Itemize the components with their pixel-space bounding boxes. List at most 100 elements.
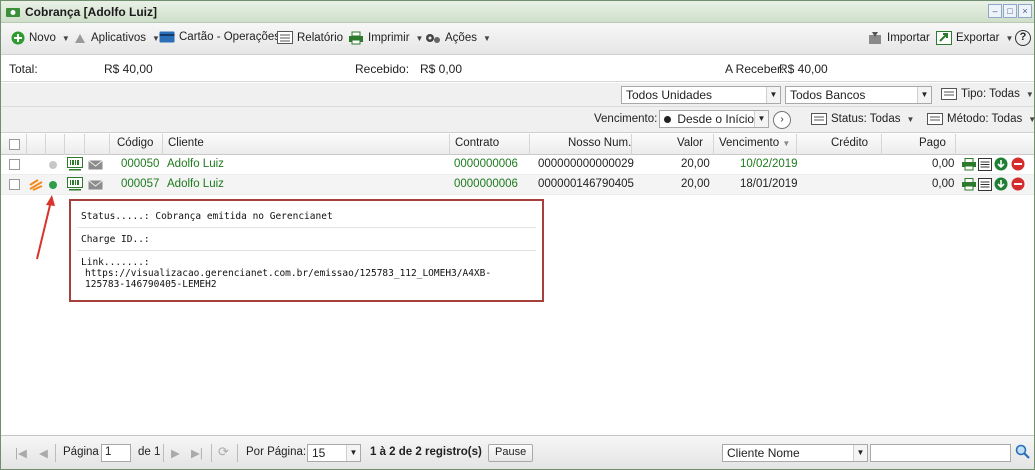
chevron-down-icon: ▼ <box>1025 89 1034 99</box>
exportar-menu[interactable]: Exportar ▼ <box>936 31 1013 45</box>
col-cliente[interactable]: Cliente <box>168 137 204 149</box>
gears-icon <box>426 34 440 43</box>
col-codigo[interactable]: Código <box>117 137 153 149</box>
novo-label: Novo <box>29 32 56 44</box>
aplicativos-menu[interactable]: Aplicativos ▼ <box>73 31 160 45</box>
cartao-button[interactable]: Cartão - Operações <box>159 31 280 43</box>
last-page-icon[interactable]: ▶| <box>191 446 203 460</box>
help-button[interactable]: ? <box>1015 30 1031 46</box>
col-nosso-num[interactable]: Nosso Num. <box>568 137 631 149</box>
cell-valor: 20,00 <box>681 178 710 190</box>
exportar-label: Exportar <box>956 32 1000 44</box>
acoes-label: Ações <box>445 32 477 44</box>
acoes-menu[interactable]: Ações ▼ <box>425 31 491 45</box>
cell-valor: 20,00 <box>681 158 710 170</box>
cell-cliente[interactable]: Adolfo Luiz <box>167 178 224 190</box>
printer-icon[interactable] <box>962 178 976 191</box>
pagina-label: Página <box>63 446 99 458</box>
tipo-menu[interactable]: Tipo: Todas ▼ <box>941 88 1034 100</box>
search-input[interactable] <box>870 444 1011 462</box>
bancos-select[interactable]: Todos Bancos ▼ <box>785 86 932 104</box>
novo-menu[interactable]: Novo ▼ <box>11 31 70 45</box>
select-all-checkbox[interactable] <box>9 139 20 150</box>
chevron-down-icon: ▼ <box>766 87 780 103</box>
unidades-select[interactable]: Todos Unidades ▼ <box>621 86 781 104</box>
cell-pago: 0,00 <box>932 158 955 170</box>
search-field-select[interactable]: Cliente Nome ▼ <box>722 444 868 462</box>
vencimento-select[interactable]: Desde o Início ▼ <box>659 110 769 128</box>
imprimir-label: Imprimir <box>368 32 410 44</box>
close-button[interactable]: × <box>1018 4 1032 18</box>
cell-contrato[interactable]: 0000000006 <box>454 158 518 170</box>
metodo-menu[interactable]: Método: Todas ▼ <box>927 113 1035 125</box>
printer-icon[interactable] <box>962 158 976 171</box>
table-row[interactable]: 000057 Adolfo Luiz 0000000006 0000001467… <box>1 175 1034 195</box>
status-dot-icon <box>49 161 57 169</box>
search-icon[interactable] <box>1015 444 1031 460</box>
next-page-icon[interactable]: ▶ <box>171 446 180 460</box>
importar-button[interactable]: Importar <box>867 31 930 45</box>
delete-icon[interactable] <box>1011 177 1025 191</box>
help-icon: ? <box>1015 30 1031 46</box>
pause-button[interactable]: Pause <box>488 444 534 462</box>
chevron-down-icon: ▼ <box>917 87 931 103</box>
table-row[interactable]: 000050 Adolfo Luiz 0000000006 0000000000… <box>1 155 1034 175</box>
row-checkbox[interactable] <box>9 159 20 170</box>
metodo-label: Método: Todas <box>947 113 1023 125</box>
row-checkbox[interactable] <box>9 179 20 190</box>
plus-circle-icon <box>11 31 25 45</box>
charge-info-tooltip: Status.....: Cobrança emitida no Gerenci… <box>69 199 544 302</box>
cobranca-window: Cobrança [Adolfo Luiz] – □ × Novo ▼ Aplic… <box>0 0 1035 470</box>
report-icon <box>277 31 293 44</box>
status-menu[interactable]: Status: Todas ▼ <box>811 113 914 125</box>
col-credito[interactable]: Crédito <box>831 137 868 149</box>
apps-icon <box>75 34 85 43</box>
refresh-icon[interactable]: ⟳ <box>218 444 229 460</box>
list-icon[interactable] <box>978 158 992 171</box>
cell-nosso-num: 000000000000029 <box>538 158 634 170</box>
download-icon[interactable] <box>994 157 1008 171</box>
tooltip-link-line1: https://visualizacao.gerencianet.com.br/… <box>85 268 492 279</box>
download-icon[interactable] <box>994 177 1008 191</box>
page-count: de 1 <box>138 446 161 458</box>
printer-icon <box>349 31 363 45</box>
delete-icon[interactable] <box>1011 157 1025 171</box>
import-icon <box>869 32 881 44</box>
per-page-select[interactable]: 15 ▼ <box>307 444 361 462</box>
chevron-down-icon: ▼ <box>61 33 70 43</box>
list-icon <box>941 88 957 100</box>
chevron-down-icon: ▼ <box>906 114 915 124</box>
tooltip-link-label: Link.......: <box>81 257 150 268</box>
boleto-icon[interactable] <box>67 157 83 171</box>
col-valor[interactable]: Valor <box>677 137 703 149</box>
unidades-value: Todos Unidades <box>626 88 713 102</box>
boleto-icon[interactable] <box>67 177 83 191</box>
chevron-right-icon: › <box>780 114 784 125</box>
list-icon[interactable] <box>978 178 992 191</box>
maximize-button[interactable]: □ <box>1003 4 1017 18</box>
chevron-down-icon: ▼ <box>346 445 360 461</box>
cell-contrato[interactable]: 0000000006 <box>454 178 518 190</box>
col-contrato[interactable]: Contrato <box>455 137 499 149</box>
chevron-down-icon: ▼ <box>1005 33 1014 43</box>
cell-codigo[interactable]: 000050 <box>121 158 159 170</box>
chevron-down-icon: ▼ <box>1028 114 1035 124</box>
first-page-icon[interactable]: |◀ <box>15 446 27 460</box>
relatorio-label: Relatório <box>297 31 344 44</box>
page-input[interactable]: 1 <box>101 444 131 462</box>
chevron-down-icon: ▼ <box>754 111 768 127</box>
email-icon[interactable] <box>88 180 103 190</box>
tooltip-link-line2: 125783-146790405-LEMEH2 <box>85 279 217 290</box>
imprimir-menu[interactable]: Imprimir ▼ <box>348 31 423 45</box>
email-icon[interactable] <box>88 160 103 170</box>
prev-page-icon[interactable]: ◀ <box>39 446 48 460</box>
cell-cliente[interactable]: Adolfo Luiz <box>167 158 224 170</box>
cell-codigo[interactable]: 000057 <box>121 178 159 190</box>
minimize-button[interactable]: – <box>988 4 1002 18</box>
relatorio-button[interactable]: Relatório <box>277 31 343 44</box>
status-label: Status: Todas <box>831 113 901 125</box>
title-bar: Cobrança [Adolfo Luiz] – □ × <box>1 1 1034 23</box>
col-vencimento[interactable]: Vencimento ▼ <box>719 137 790 149</box>
next-period-button[interactable]: › <box>773 111 791 129</box>
col-pago[interactable]: Pago <box>919 137 946 149</box>
